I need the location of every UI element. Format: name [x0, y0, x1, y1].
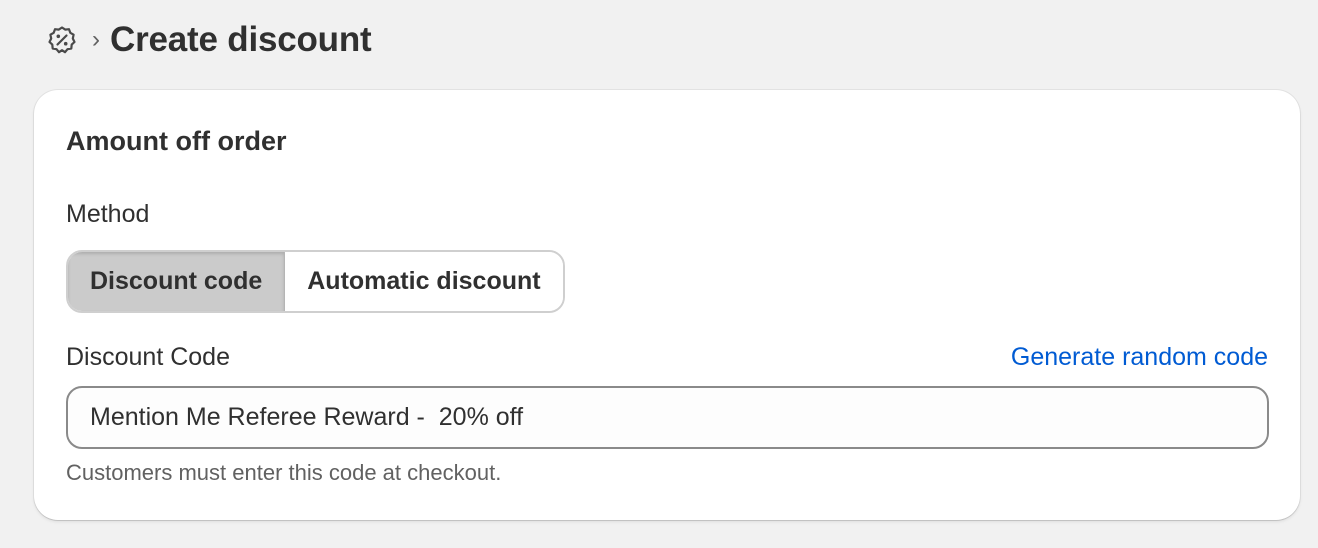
- page-title: Create discount: [110, 20, 372, 59]
- automatic-discount-option[interactable]: Automatic discount: [285, 252, 563, 311]
- discount-code-label: Discount Code: [66, 343, 230, 371]
- card-title: Amount off order: [66, 126, 287, 156]
- discount-code-input[interactable]: [66, 386, 1269, 449]
- discount-code-option[interactable]: Discount code: [68, 252, 286, 311]
- discount-badge-icon[interactable]: [46, 24, 78, 56]
- discount-code-help-text: Customers must enter this code at checko…: [66, 460, 502, 485]
- method-label: Method: [66, 200, 150, 228]
- discount-card: Amount off order Method Discount code Au…: [34, 90, 1300, 520]
- breadcrumb-chevron-icon: ›: [92, 26, 100, 53]
- method-segmented-control: Discount code Automatic discount: [66, 250, 565, 313]
- generate-random-code-link[interactable]: Generate random code: [1011, 343, 1268, 372]
- page-header: › Create discount: [46, 18, 372, 62]
